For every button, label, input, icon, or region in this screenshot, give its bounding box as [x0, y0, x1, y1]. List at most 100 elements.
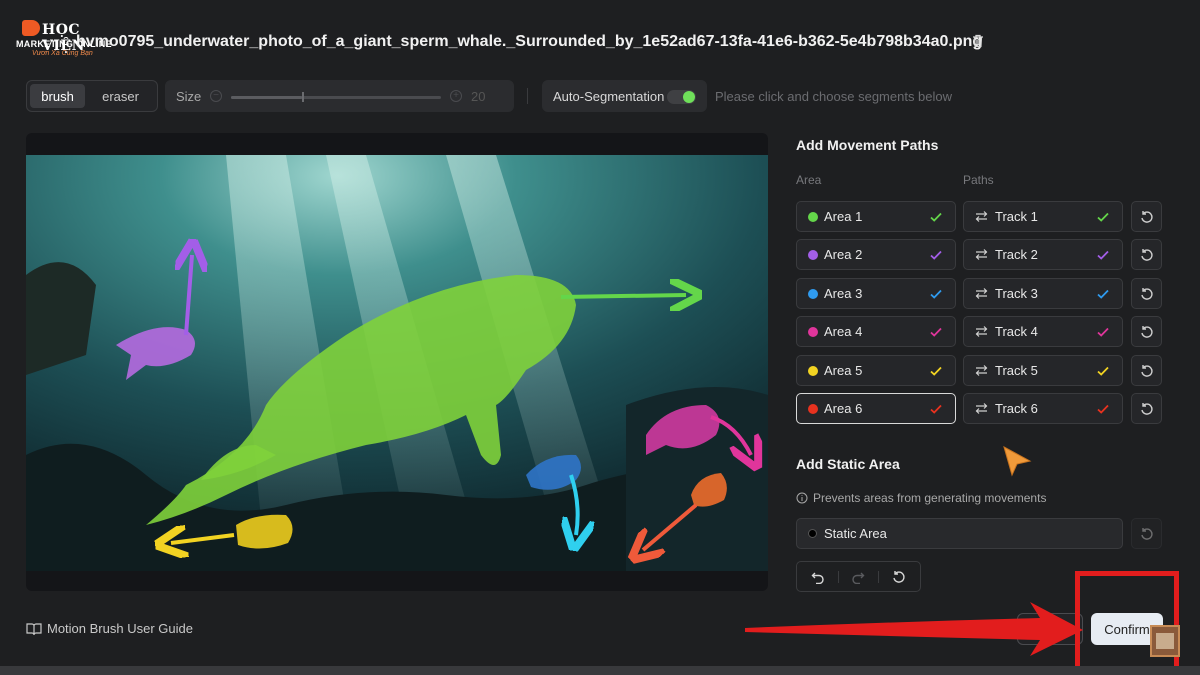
track-item[interactable]: Track 6 [963, 393, 1123, 424]
segmentation-hint: Please click and choose segments below [715, 89, 953, 104]
toggle-knob [683, 91, 695, 103]
track-label: Track 1 [995, 209, 1038, 224]
check-icon [930, 212, 942, 222]
user-guide-label: Motion Brush User Guide [47, 621, 193, 636]
track-item[interactable]: Track 4 [963, 316, 1123, 347]
check-icon [1097, 250, 1109, 260]
track-label: Track 3 [995, 286, 1038, 301]
area-label: Area 4 [824, 324, 863, 339]
track-label: Track 5 [995, 363, 1038, 378]
size-control: Size − + 20 [165, 80, 514, 112]
area-color-dot [808, 326, 818, 337]
history-controls [796, 561, 921, 592]
book-icon [26, 622, 42, 635]
track-label: Track 6 [995, 401, 1038, 416]
reset-track-button[interactable] [1131, 201, 1162, 232]
track-item[interactable]: Track 1 [963, 201, 1123, 232]
track-item[interactable]: Track 3 [963, 278, 1123, 309]
area-label: Area 6 [824, 401, 863, 416]
bottom-scrollbar[interactable] [0, 666, 1200, 675]
area-color-dot [808, 211, 818, 222]
track-item[interactable]: Track 5 [963, 355, 1123, 386]
underwater-whale-image [26, 155, 768, 571]
static-info: Prevents areas from generating movements [796, 491, 1046, 505]
reset-icon [1140, 210, 1153, 223]
track-item[interactable]: Track 2 [963, 239, 1123, 270]
check-icon [930, 289, 942, 299]
area-item[interactable]: Area 5 [796, 355, 956, 386]
area-label: Area 5 [824, 363, 863, 378]
static-area-item[interactable]: Static Area [796, 518, 1123, 549]
static-reset-button [1131, 518, 1162, 549]
info-icon [796, 492, 808, 504]
annotation-arrow-icon [745, 602, 1083, 656]
reset-track-button[interactable] [1131, 393, 1162, 424]
file-name: hvmo0795_underwater_photo_of_a_giant_spe… [76, 33, 983, 50]
area-item[interactable]: Area 2 [796, 239, 956, 270]
static-info-text: Prevents areas from generating movements [813, 491, 1047, 505]
reset-icon [1140, 287, 1153, 300]
static-area-label: Static Area [824, 526, 887, 541]
area-item[interactable]: Area 3 [796, 278, 956, 309]
webcam-thumbnail [1150, 625, 1180, 657]
size-value: 20 [471, 89, 486, 104]
reset-track-button[interactable] [1131, 355, 1162, 386]
area-item[interactable]: Area 4 [796, 316, 956, 347]
reset-icon [1140, 248, 1153, 261]
trash-icon[interactable] [970, 33, 986, 49]
size-label: Size [176, 89, 202, 104]
brush-button[interactable]: brush [30, 84, 86, 108]
check-icon [930, 327, 942, 337]
logo-line2: Vươn Xa Cùng Bạn [32, 50, 93, 57]
increase-size-icon[interactable]: + [450, 90, 462, 102]
reset-track-button[interactable] [1131, 316, 1162, 347]
eraser-button[interactable]: eraser [87, 84, 154, 108]
cursor-pointer-icon [1003, 445, 1032, 477]
reset-track-button[interactable] [1131, 239, 1162, 270]
auto-segmentation-label: Auto-Segmentation [553, 89, 665, 104]
area-color-dot [808, 288, 818, 299]
paths-column-header: Paths [963, 173, 994, 187]
logo-mark-icon [22, 20, 40, 36]
area-color-dot [808, 249, 818, 260]
check-icon [1097, 404, 1109, 414]
track-label: Track 4 [995, 324, 1038, 339]
track-path-icon [975, 211, 988, 222]
area-item[interactable]: Area 1 [796, 201, 956, 232]
check-icon [930, 404, 942, 414]
track-path-icon [975, 288, 988, 299]
history-separator [837, 570, 839, 583]
auto-segmentation-toggle[interactable] [667, 90, 696, 104]
image-canvas[interactable] [26, 133, 768, 591]
reset-icon [1140, 402, 1153, 415]
check-icon [1097, 289, 1109, 299]
check-icon [930, 250, 942, 260]
decrease-size-icon[interactable]: − [210, 90, 222, 102]
movement-paths-title: Add Movement Paths [796, 137, 939, 153]
history-separator [878, 570, 880, 583]
size-slider[interactable] [231, 92, 441, 102]
check-icon [930, 366, 942, 376]
area-item[interactable]: Area 6 [796, 393, 956, 424]
toolbar-divider [527, 88, 528, 104]
annotation-highlight-box [1075, 571, 1179, 673]
size-slider-handle[interactable] [302, 92, 305, 102]
auto-segmentation-control: Auto-Segmentation [542, 80, 707, 112]
area-column-header: Area [796, 173, 822, 187]
track-label: Track 2 [995, 247, 1038, 262]
reset-track-button[interactable] [1131, 278, 1162, 309]
area-label: Area 1 [824, 209, 863, 224]
redo-icon[interactable] [851, 570, 865, 584]
check-icon [1097, 327, 1109, 337]
brush-mode-toggle: brush eraser [26, 80, 158, 112]
area-label: Area 2 [824, 247, 863, 262]
reset-all-icon[interactable] [892, 570, 906, 584]
user-guide-link[interactable]: Motion Brush User Guide [26, 621, 193, 636]
area-label: Area 3 [824, 286, 863, 301]
track-path-icon [975, 326, 988, 337]
size-slider-fill [231, 96, 303, 99]
motion-brush-editor: HỌC VIỆN MARKETING ONLINE Vươn Xa Cùng B… [0, 0, 1200, 675]
undo-icon[interactable] [811, 570, 825, 584]
static-area-title: Add Static Area [796, 456, 900, 472]
area-color-dot [808, 403, 818, 414]
